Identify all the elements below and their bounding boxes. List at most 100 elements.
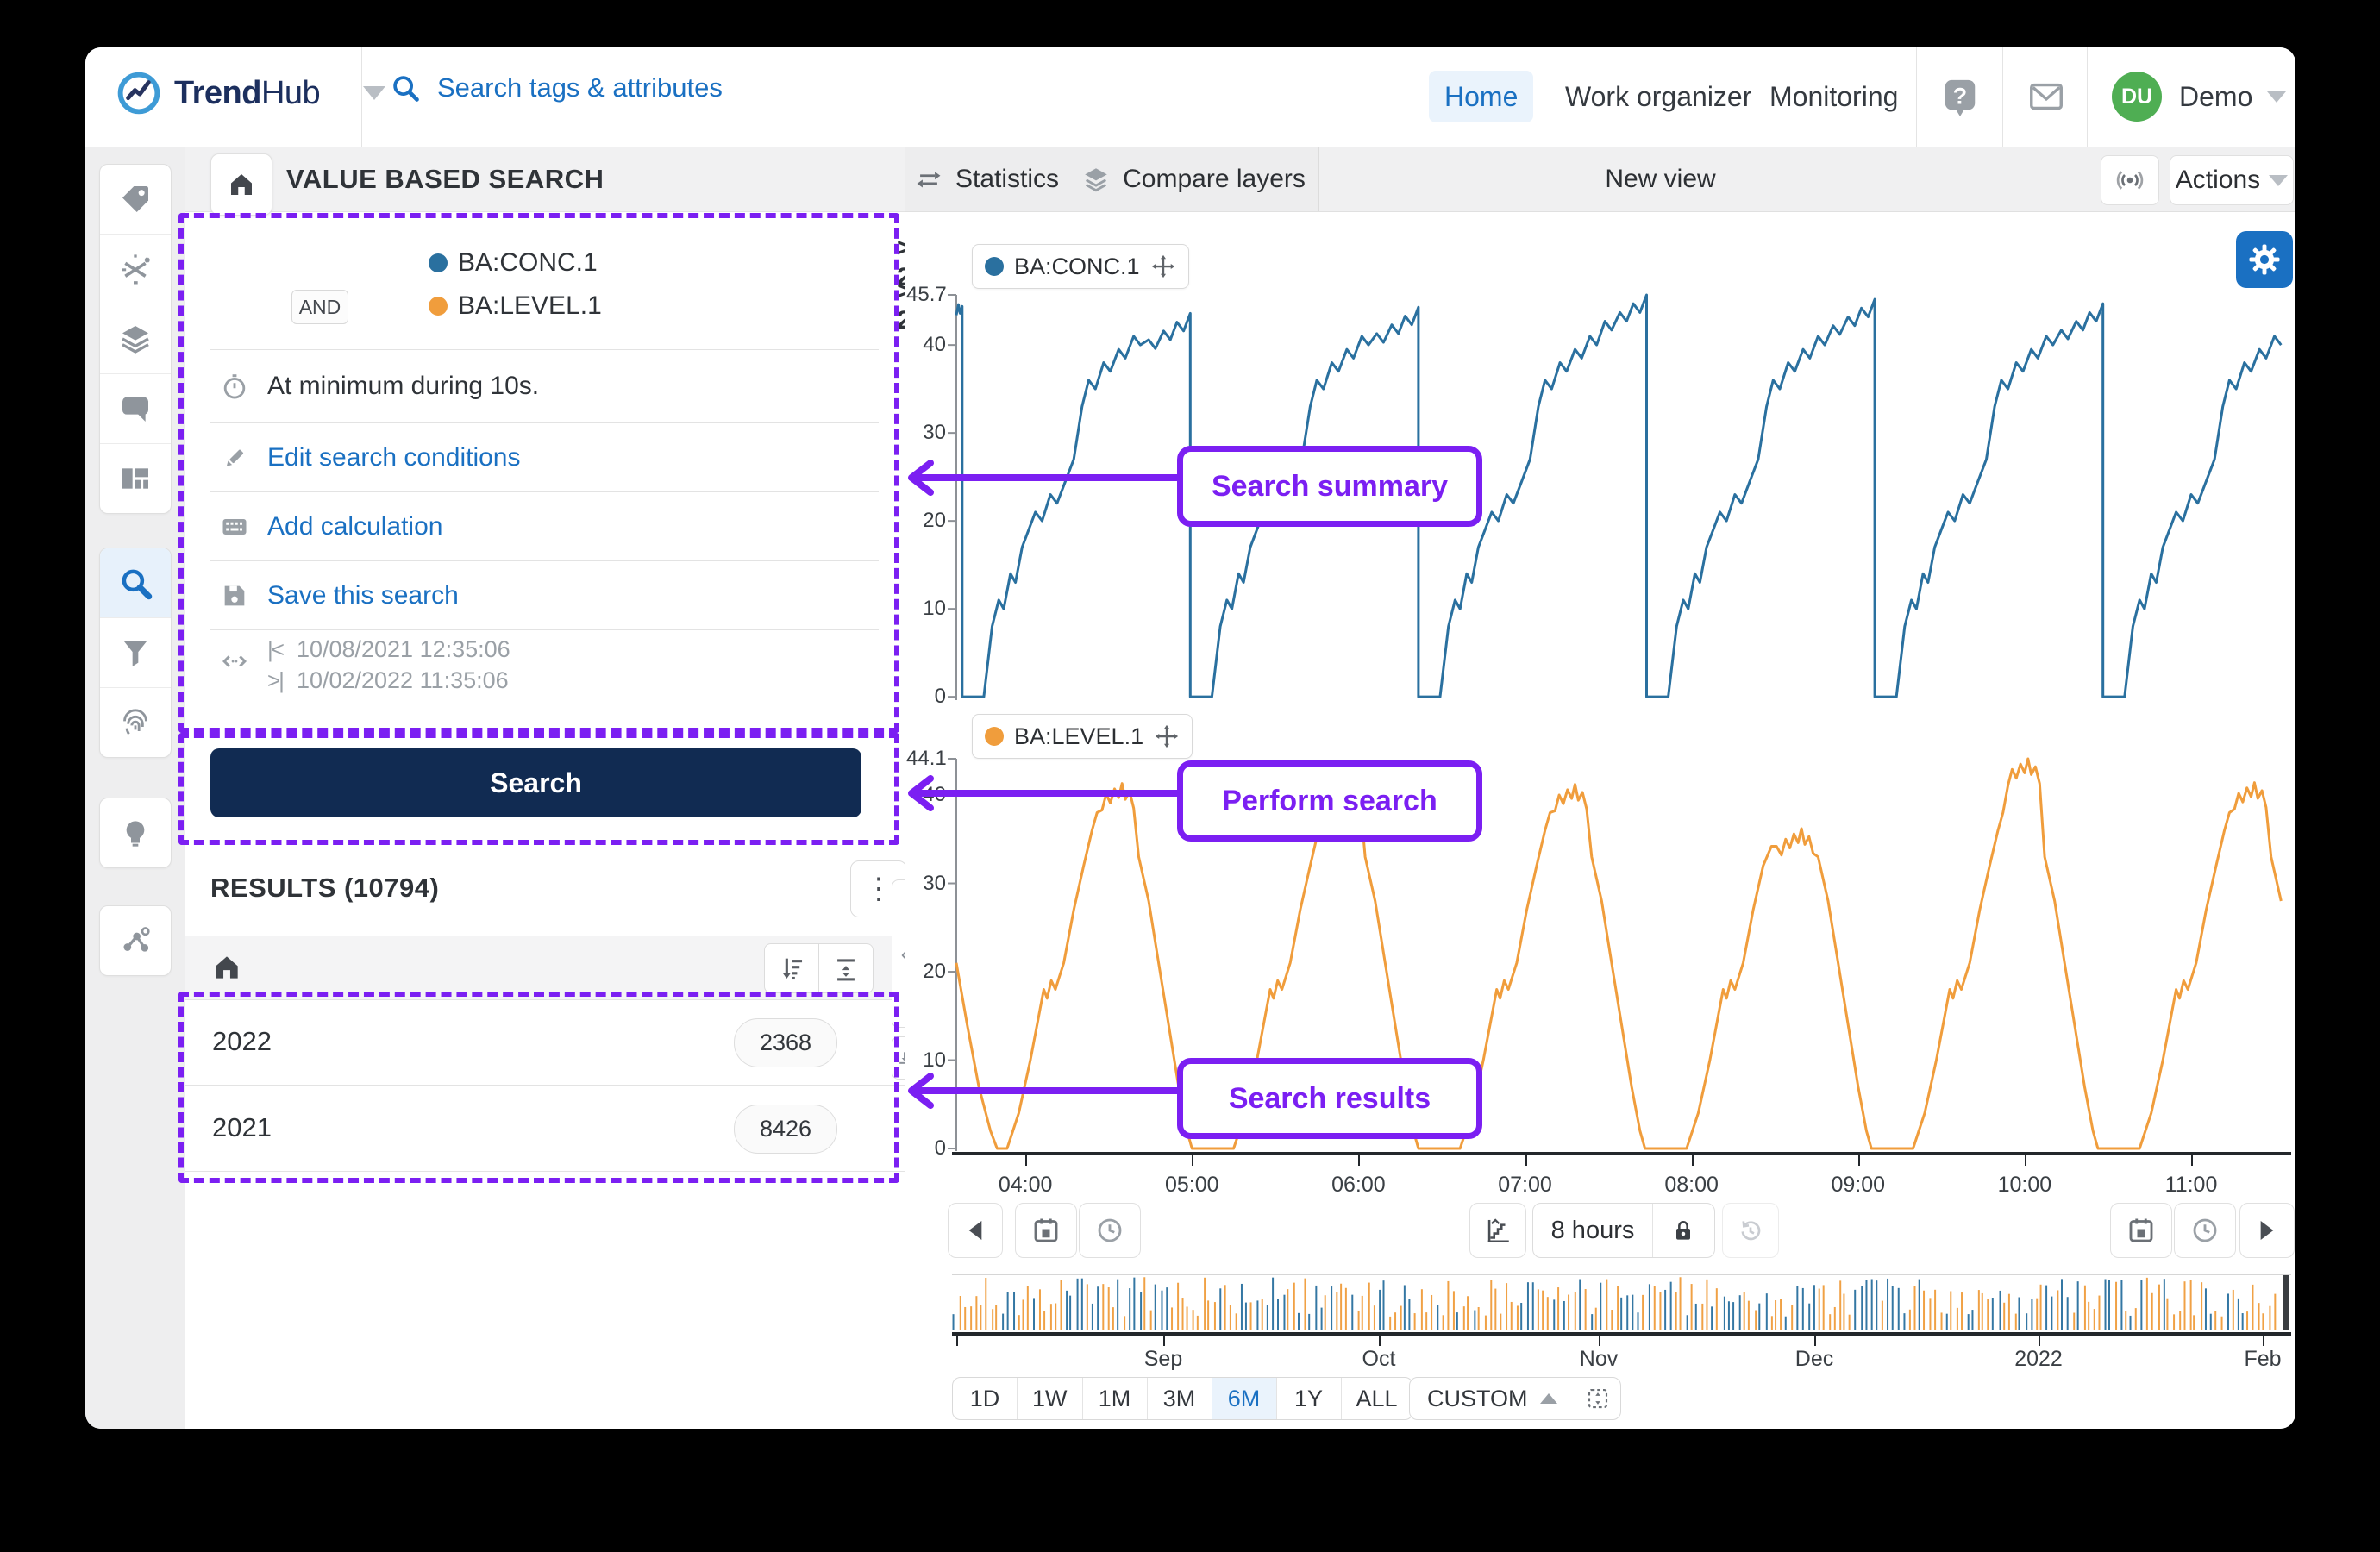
collapse-button[interactable]	[819, 943, 874, 993]
annotation-arrow-summary	[908, 460, 1182, 496]
save-search-row[interactable]: Save this search	[185, 567, 905, 623]
tool-filter[interactable]	[100, 617, 171, 687]
custom-range-button[interactable]: CUSTOM	[1410, 1378, 1575, 1419]
tab-statistics[interactable]: Statistics	[905, 147, 1069, 211]
and-operator-badge[interactable]: AND	[291, 290, 348, 324]
help-button[interactable]: ?	[1935, 72, 1985, 122]
history-button[interactable]	[1722, 1203, 1779, 1258]
save-search-link[interactable]: Save this search	[267, 581, 459, 610]
keyboard-icon	[222, 518, 247, 535]
tag-color-dot	[429, 297, 448, 316]
mail-button[interactable]	[2021, 72, 2071, 122]
overview-tick	[1379, 1336, 1381, 1346]
nav-home[interactable]: Home	[1429, 71, 1534, 122]
tool-dashboard[interactable]	[100, 443, 171, 513]
condition-tag: BA:LEVEL.1	[458, 291, 602, 320]
broadcast-icon	[2116, 171, 2144, 190]
tool-share[interactable]	[100, 906, 171, 975]
compare-layers-icon	[1085, 167, 1107, 191]
y-tick-label: 40	[923, 333, 946, 357]
add-calculation-link[interactable]: Add calculation	[267, 512, 442, 541]
code-range-icon	[222, 655, 247, 667]
clock-end-button[interactable]	[2174, 1203, 2236, 1258]
series-chip-level[interactable]: BA:LEVEL.1	[972, 714, 1193, 759]
lock-icon	[1676, 1221, 1690, 1240]
tool-search[interactable]	[100, 548, 171, 617]
value-search-icon	[122, 569, 153, 600]
tool-comment[interactable]	[100, 373, 171, 443]
overview-month-label: Nov	[1579, 1347, 1619, 1371]
tab-label: Statistics	[955, 164, 1060, 193]
chart-conc[interactable]	[905, 293, 2295, 700]
series-chip-label: BA:LEVEL.1	[1014, 723, 1144, 749]
live-button[interactable]	[2101, 155, 2159, 205]
fit-range-button[interactable]	[1574, 1378, 1620, 1419]
stopwatch-icon	[223, 373, 246, 398]
actions-button[interactable]: Actions	[2170, 155, 2294, 205]
overview-month-label: Oct	[1362, 1347, 1396, 1371]
tool-tag[interactable]	[100, 165, 171, 234]
duration-value[interactable]: 8 hours	[1533, 1217, 1652, 1245]
range-button-6m[interactable]: 6M	[1211, 1378, 1276, 1419]
arrow-left-icon	[968, 1221, 982, 1240]
panel-home-button[interactable]	[210, 153, 272, 216]
clock-start-button[interactable]	[1079, 1203, 1141, 1258]
lock-duration-button[interactable]	[1652, 1204, 1713, 1257]
overview-tick	[1163, 1336, 1165, 1346]
range-button-3m[interactable]: 3M	[1146, 1378, 1212, 1419]
add-calculation-row[interactable]: Add calculation	[185, 498, 905, 554]
time-axis	[952, 1152, 2291, 1155]
result-row-2021[interactable]: 2021 8426	[185, 1085, 905, 1171]
tool-fingerprint[interactable]	[100, 687, 171, 757]
range-button-1m[interactable]: 1M	[1081, 1378, 1147, 1419]
y-tick-label: 0	[934, 685, 946, 709]
user-name[interactable]: Demo	[2179, 71, 2252, 122]
tool-layers[interactable]	[100, 304, 171, 373]
range-button-1d[interactable]: 1D	[953, 1378, 1017, 1419]
x-tick	[1192, 1155, 1194, 1166]
search-button[interactable]: Search	[210, 748, 861, 817]
tab-compare-layers[interactable]: Compare layers	[1068, 147, 1319, 211]
tool-formula[interactable]	[100, 234, 171, 304]
y-tick-label: 10	[923, 597, 946, 621]
edit-conditions-link[interactable]: Edit search conditions	[267, 443, 521, 472]
edit-conditions-row[interactable]: Edit search conditions	[185, 429, 905, 485]
y-tick-label: 10	[923, 1048, 946, 1072]
calendar-start-button[interactable]	[1015, 1203, 1077, 1258]
result-row-2022[interactable]: 2022 2368	[185, 998, 905, 1085]
condition-row[interactable]: BA:LEVEL.1 > 20	[429, 277, 925, 335]
panel-header: VALUE BASED SEARCH	[185, 147, 905, 216]
tool-lightbulb[interactable]	[100, 798, 171, 867]
avatar[interactable]: DU	[2112, 72, 2162, 122]
range-button-1w[interactable]: 1W	[1017, 1378, 1082, 1419]
actions-chevron-icon	[2269, 174, 2289, 186]
sort-button[interactable]	[764, 943, 819, 993]
brand-chevron-icon[interactable]	[363, 86, 386, 100]
calendar-end-button[interactable]	[2110, 1203, 2172, 1258]
nav-monitoring[interactable]: Monitoring	[1754, 71, 1913, 122]
overview-month-label: Dec	[1794, 1347, 1834, 1371]
search-input[interactable]	[435, 72, 887, 104]
chart-settings-button[interactable]	[2236, 231, 2293, 288]
series-chip-conc[interactable]: BA:CONC.1	[972, 244, 1189, 289]
results-toolbar	[185, 936, 905, 1000]
range-end[interactable]: >| 10/02/2022 11:35:06	[267, 667, 509, 694]
user-menu-chevron-icon[interactable]	[2267, 91, 2286, 103]
chart-type-button[interactable]	[1469, 1203, 1526, 1258]
range-start[interactable]: |< 10/08/2021 12:35:06	[267, 636, 510, 663]
overview-axis	[952, 1332, 2291, 1336]
result-label: 2021	[212, 1112, 272, 1142]
condition-row[interactable]: BA:CONC.1 > 20	[429, 234, 925, 291]
range-button-1y[interactable]: 1Y	[1275, 1378, 1341, 1419]
results-home-button[interactable]	[210, 951, 243, 984]
x-tick	[1525, 1155, 1527, 1166]
top-nav: Home Work organizer Monitoring ? DU Demo	[1413, 47, 2295, 147]
x-tick	[2024, 1155, 2026, 1166]
overview-strip[interactable]	[952, 1274, 2291, 1330]
pan-left-button[interactable]	[948, 1203, 1003, 1258]
nav-work-organizer[interactable]: Work organizer	[1550, 71, 1767, 122]
panel-title: VALUE BASED SEARCH	[286, 163, 604, 194]
range-button-all[interactable]: ALL	[1340, 1378, 1412, 1419]
pan-right-button[interactable]	[2239, 1203, 2295, 1258]
brand-logo[interactable]: TrendHub	[116, 70, 386, 116]
